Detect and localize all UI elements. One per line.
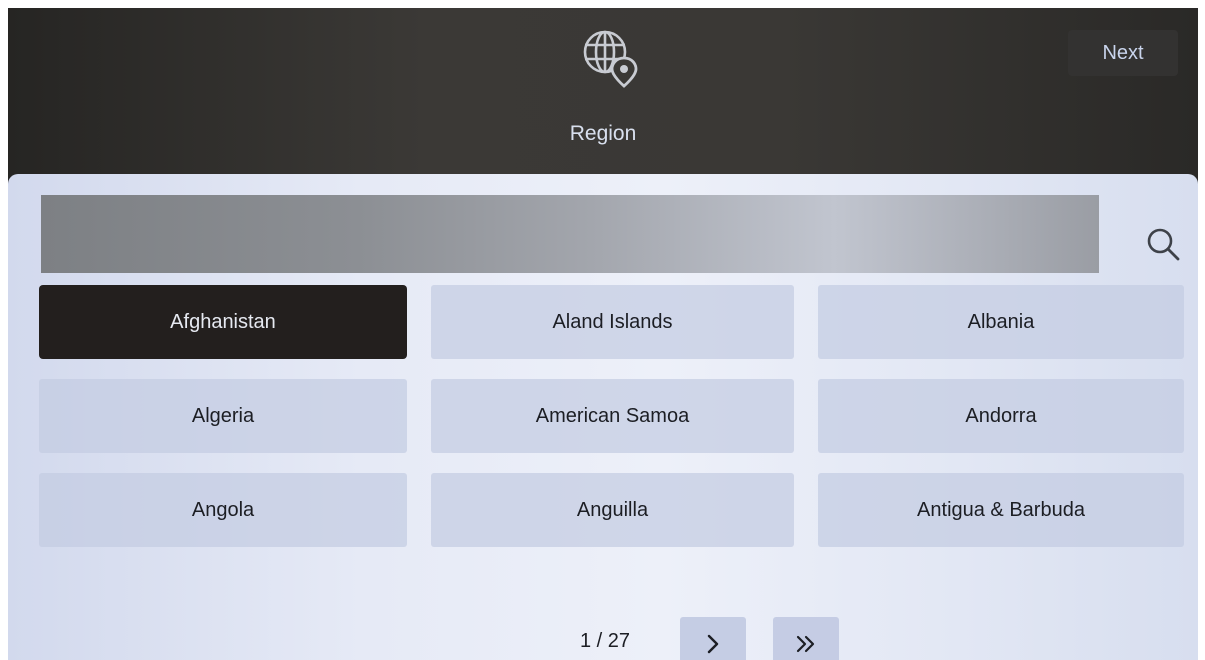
region-option-antigua-barbuda[interactable]: Antigua & Barbuda bbox=[818, 473, 1184, 547]
region-panel: Afghanistan Aland Islands Albania Algeri… bbox=[8, 174, 1198, 660]
region-option-angola[interactable]: Angola bbox=[39, 473, 407, 547]
region-option-albania[interactable]: Albania bbox=[818, 285, 1184, 359]
region-option-anguilla[interactable]: Anguilla bbox=[431, 473, 794, 547]
region-grid: Afghanistan Aland Islands Albania Algeri… bbox=[39, 285, 1184, 547]
double-chevron-right-icon bbox=[796, 635, 815, 653]
region-option-andorra[interactable]: Andorra bbox=[818, 379, 1184, 453]
page-indicator: 1 / 27 bbox=[580, 630, 631, 652]
search-icon[interactable] bbox=[1143, 224, 1183, 264]
region-option-afghanistan[interactable]: Afghanistan bbox=[39, 285, 407, 359]
region-option-aland-islands[interactable]: Aland Islands bbox=[431, 285, 794, 359]
globe-location-icon bbox=[583, 30, 638, 88]
next-button[interactable]: Next bbox=[1068, 30, 1178, 76]
last-page-button[interactable] bbox=[773, 617, 839, 660]
page-title: Region bbox=[569, 122, 637, 145]
pagination: 1 / 27 bbox=[8, 611, 1198, 660]
next-page-button[interactable] bbox=[680, 617, 746, 660]
region-option-american-samoa[interactable]: American Samoa bbox=[431, 379, 794, 453]
region-screen: Region Next Afghanistan Aland Islands Al… bbox=[8, 8, 1198, 660]
header: Region Next bbox=[8, 8, 1198, 183]
chevron-right-icon bbox=[707, 634, 719, 654]
region-option-algeria[interactable]: Algeria bbox=[39, 379, 407, 453]
search-input[interactable] bbox=[41, 195, 1099, 273]
